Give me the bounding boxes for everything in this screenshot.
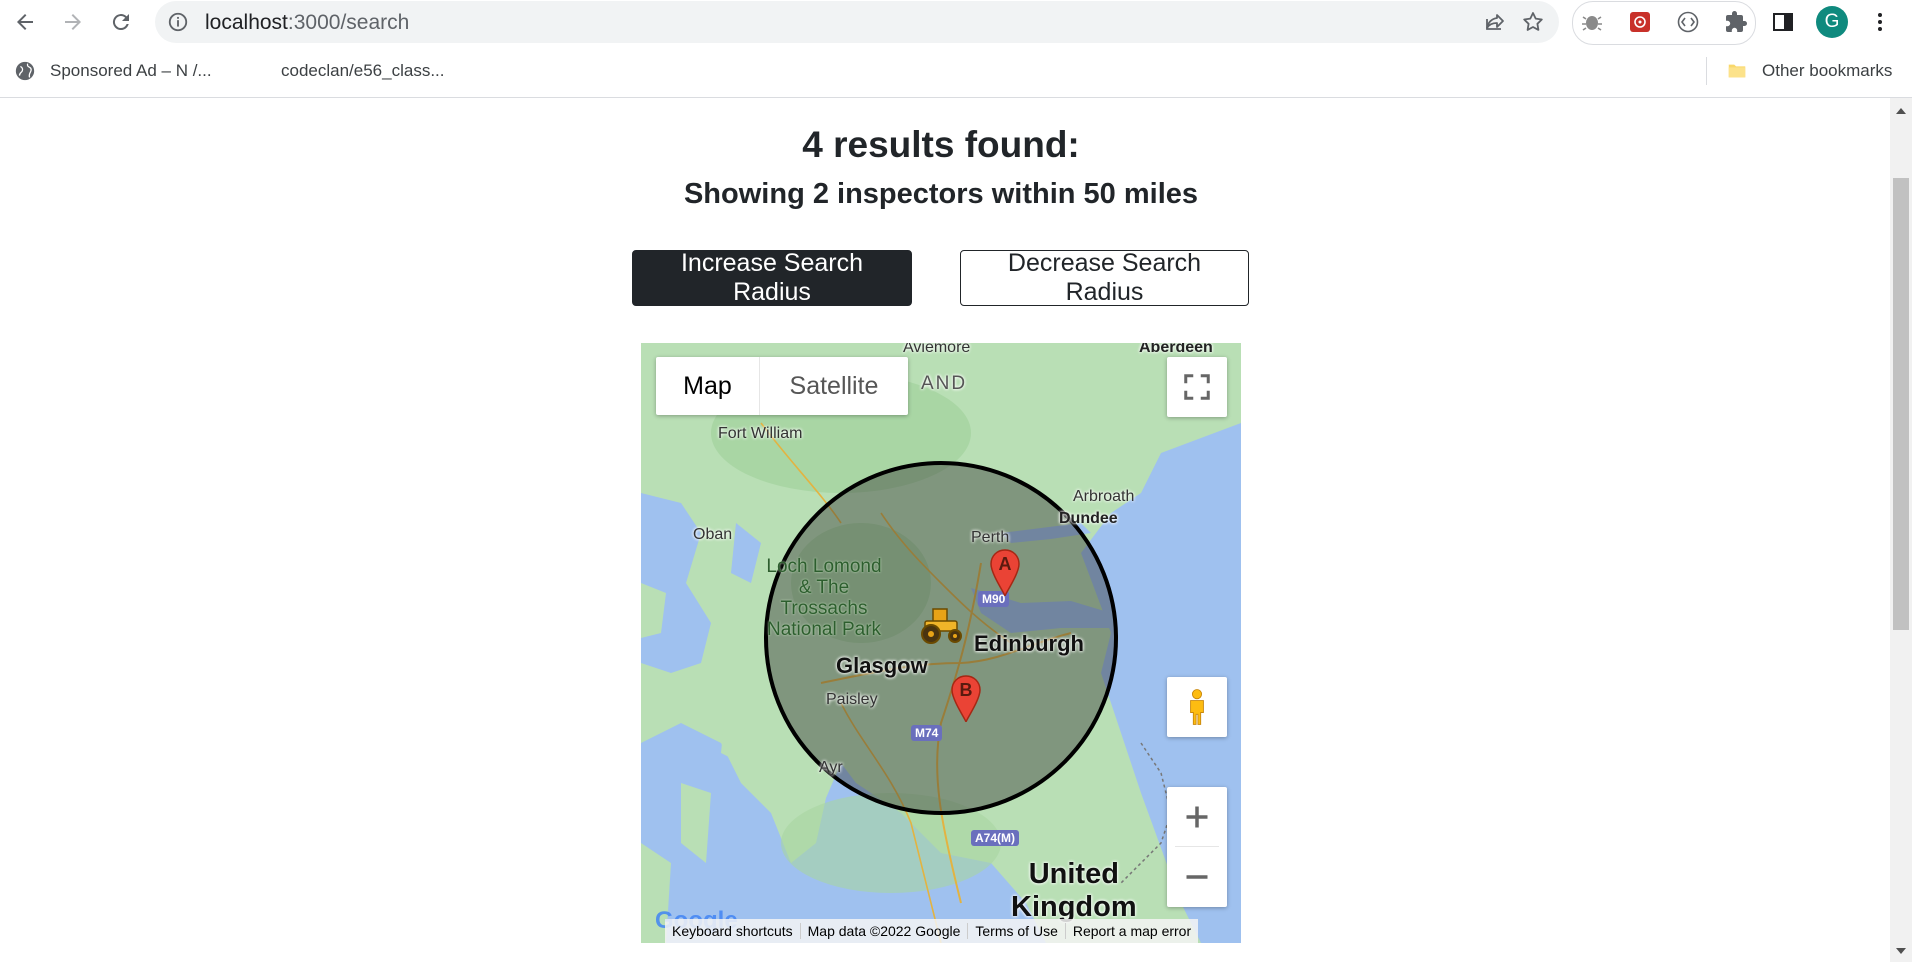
- marker-label: B: [959, 680, 973, 700]
- bookmark-sponsored-ad[interactable]: Sponsored Ad – N /...: [14, 58, 212, 84]
- plus-icon: [1186, 806, 1208, 828]
- extensions-puzzle-icon[interactable]: [1720, 6, 1752, 38]
- bookmark-codeclan[interactable]: codeclan/e56_class...: [281, 58, 445, 84]
- page-content: 4 results found: Showing 2 inspectors wi…: [0, 98, 1890, 962]
- info-icon[interactable]: [167, 11, 189, 33]
- label-paisley: Paisley: [826, 691, 878, 708]
- label-scotland: AND: [921, 373, 968, 394]
- browser-toolbar: localhost:3000/search G: [0, 0, 1912, 45]
- map-marker-b[interactable]: B: [951, 675, 981, 723]
- increase-radius-button[interactable]: Increase Search Radius: [632, 249, 912, 306]
- label-arbroath: Arbroath: [1073, 488, 1135, 505]
- label-edinburgh: Edinburgh: [974, 631, 1084, 656]
- label-aviemore: Aviemore: [903, 343, 971, 356]
- folder-icon: [1728, 64, 1746, 78]
- map-type-satellite-button[interactable]: Satellite: [760, 357, 908, 415]
- map-marker-a[interactable]: A: [990, 549, 1020, 597]
- bookmarks-bar: Sponsored Ad – N /... codeclan/e56_class…: [0, 45, 1912, 98]
- report-map-error-link[interactable]: Report a map error: [1066, 923, 1198, 939]
- label-oban: Oban: [693, 526, 733, 543]
- forward-arrow-icon: [65, 14, 81, 30]
- scroll-thumb[interactable]: [1893, 178, 1909, 630]
- page-scrollbar[interactable]: [1890, 98, 1912, 962]
- forward-button[interactable]: [55, 4, 91, 40]
- map-type-map-button[interactable]: Map: [656, 357, 760, 415]
- decrease-radius-button[interactable]: Decrease Search Radius: [960, 249, 1249, 306]
- keyboard-shortcuts-link[interactable]: Keyboard shortcuts: [665, 923, 801, 939]
- google-map[interactable]: Aviemore Aberdeen AND Fort William Arbro…: [641, 343, 1241, 943]
- redux-extension-icon[interactable]: [1624, 6, 1656, 38]
- url-text: localhost:3000/search: [205, 11, 409, 35]
- map-type-control: Map Satellite: [656, 357, 908, 415]
- side-panel-icon[interactable]: [1767, 6, 1799, 38]
- reload-button[interactable]: [103, 4, 139, 40]
- bookmarks-separator: [1706, 57, 1707, 85]
- zoom-control: [1167, 787, 1227, 907]
- globe-icon: [15, 61, 35, 81]
- pegman-icon: [1190, 689, 1204, 725]
- url-path: :3000/search: [287, 11, 410, 34]
- bookmark-label: Sponsored Ad – N /...: [50, 61, 212, 80]
- label-ayr: Ayr: [819, 759, 843, 776]
- zoom-out-button[interactable]: [1167, 847, 1227, 907]
- reload-icon: [112, 14, 129, 31]
- map-attribution: Keyboard shortcuts Map data ©2022 Google…: [665, 919, 1199, 943]
- fullscreen-button[interactable]: [1167, 357, 1227, 417]
- back-button[interactable]: [7, 4, 43, 40]
- street-view-pegman[interactable]: [1167, 677, 1227, 737]
- bookmark-star-icon[interactable]: [1521, 10, 1545, 34]
- other-bookmarks[interactable]: Other bookmarks: [1726, 58, 1892, 84]
- share-icon[interactable]: [1483, 10, 1507, 34]
- url-host: localhost: [205, 11, 288, 34]
- address-bar[interactable]: localhost:3000/search: [155, 1, 1559, 43]
- label-national-park: Loch Lomond & The Trossachs National Par…: [766, 556, 882, 640]
- label-fort-william: Fort William: [718, 425, 803, 442]
- code-extension-icon[interactable]: [1672, 6, 1704, 38]
- zoom-in-button[interactable]: [1167, 787, 1227, 847]
- label-united-kingdom: United Kingdom: [1011, 858, 1137, 923]
- bug-extension-icon[interactable]: [1576, 6, 1608, 38]
- scroll-up-arrow-icon[interactable]: [1896, 108, 1906, 114]
- scroll-down-arrow-icon[interactable]: [1896, 948, 1906, 954]
- label-glasgow: Glasgow: [836, 653, 928, 678]
- terms-of-use-link[interactable]: Terms of Use: [968, 923, 1066, 939]
- label-road-a74m: A74(M): [971, 830, 1020, 846]
- other-bookmarks-label: Other bookmarks: [1762, 61, 1893, 80]
- label-dundee: Dundee: [1059, 510, 1118, 527]
- browser-menu-icon[interactable]: [1864, 6, 1896, 38]
- results-subheading: Showing 2 inspectors within 50 miles: [683, 178, 1199, 210]
- tractor-icon[interactable]: [919, 605, 965, 645]
- label-perth: Perth: [971, 529, 1010, 546]
- results-count-heading: 4 results found:: [802, 124, 1080, 165]
- map-data-text: Map data ©2022 Google: [801, 923, 969, 939]
- back-arrow-icon: [17, 14, 33, 30]
- minus-icon: [1186, 875, 1208, 879]
- label-aberdeen: Aberdeen: [1139, 343, 1213, 356]
- bookmark-label: codeclan/e56_class...: [281, 61, 445, 80]
- fullscreen-icon: [1184, 374, 1210, 400]
- label-road-m74: M74: [911, 725, 943, 741]
- marker-label: A: [998, 554, 1012, 574]
- profile-avatar[interactable]: G: [1816, 6, 1848, 38]
